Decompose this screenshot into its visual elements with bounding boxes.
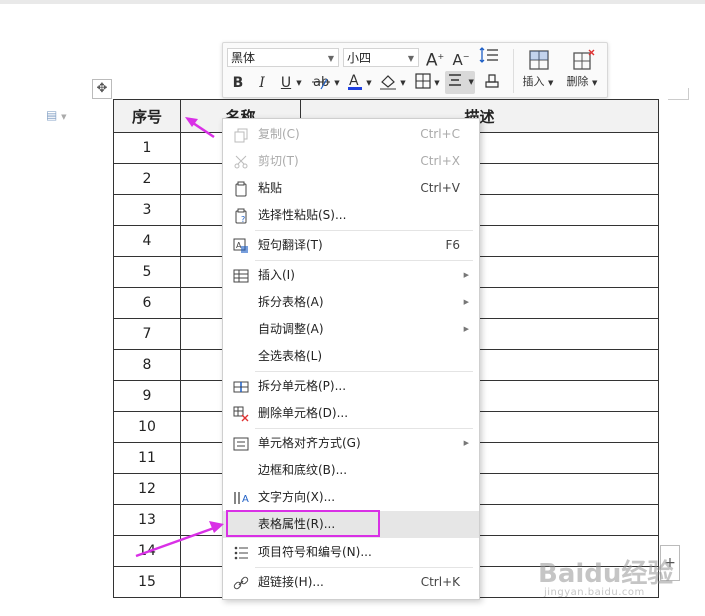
watermark-url: jingyan.baidu.com <box>544 587 645 598</box>
watermark: Baidu经验 jingyan.baidu.com <box>538 545 698 615</box>
annotation-arrows <box>135 117 224 558</box>
arrow-to-header <box>185 117 215 139</box>
watermark-text: Baidu经验 <box>538 559 674 589</box>
arrow-to-table-properties <box>135 521 224 558</box>
